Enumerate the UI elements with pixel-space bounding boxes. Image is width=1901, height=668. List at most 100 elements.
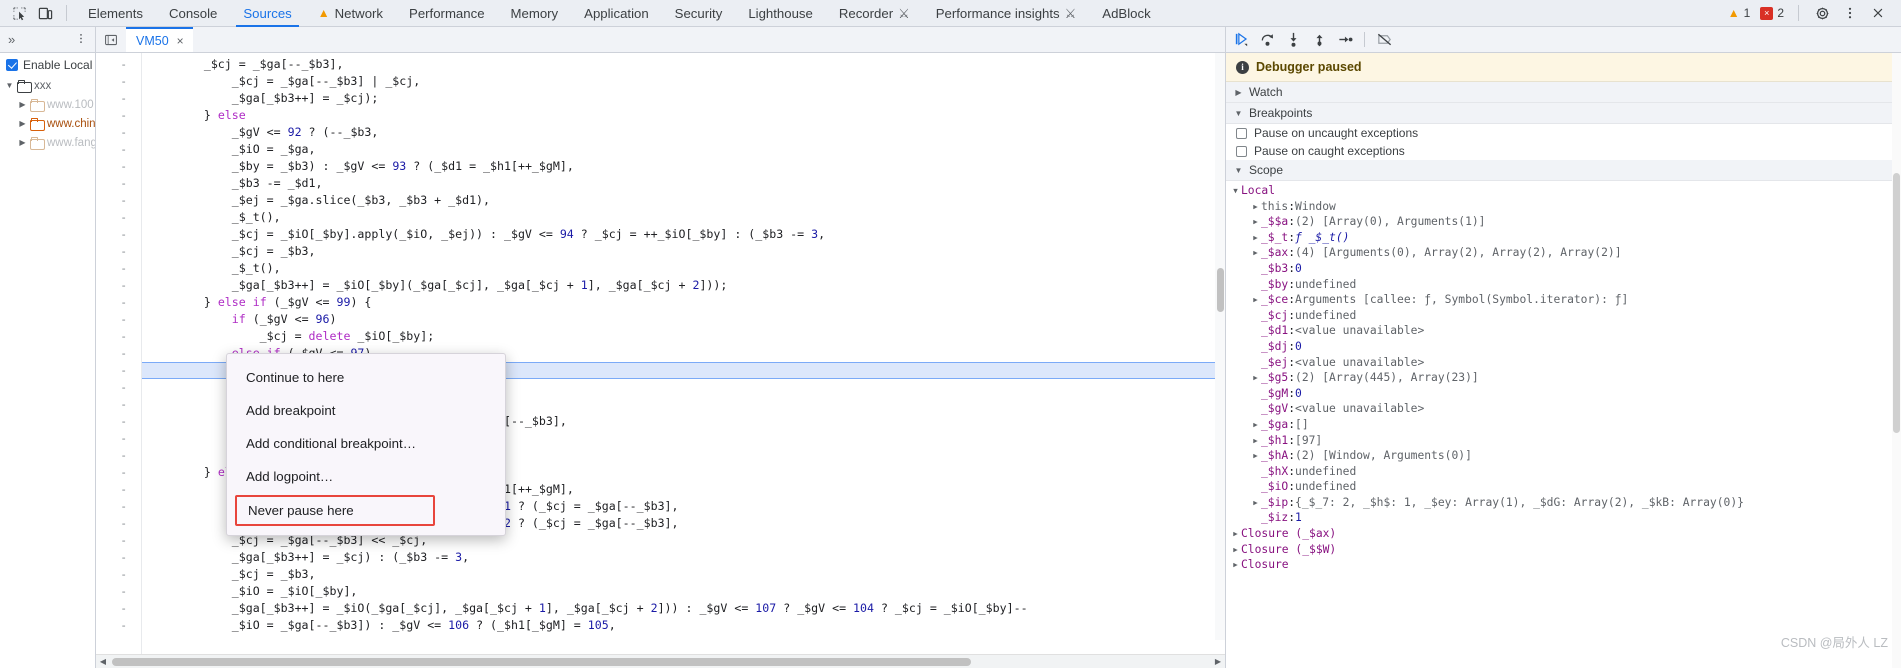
- debugger-vertical-scrollbar[interactable]: [1892, 53, 1901, 668]
- line-number[interactable]: -: [96, 362, 141, 379]
- line-number[interactable]: -: [96, 481, 141, 498]
- show-navigator-icon[interactable]: [96, 27, 126, 52]
- line-number[interactable]: -: [96, 158, 141, 175]
- tab-performance[interactable]: Performance: [396, 0, 498, 27]
- enable-local-overrides-row[interactable]: Enable Local: [0, 55, 95, 76]
- line-number[interactable]: -: [96, 192, 141, 209]
- code-line[interactable]: _$iO = _$ga[--_$b3]) : _$gV <= 106 ? (_$…: [142, 617, 1225, 634]
- line-number[interactable]: -: [96, 90, 141, 107]
- line-number[interactable]: -: [96, 396, 141, 413]
- code-line[interactable]: _$ga[_$b3++] = _$cj);: [142, 90, 1225, 107]
- line-number[interactable]: -: [96, 56, 141, 73]
- scroll-right-icon[interactable]: ▶: [1211, 657, 1225, 666]
- line-number[interactable]: -: [96, 379, 141, 396]
- line-number[interactable]: -: [96, 311, 141, 328]
- scope-property-_cj[interactable]: _$cj: undefined: [1226, 308, 1901, 324]
- line-number[interactable]: -: [96, 107, 141, 124]
- code-line[interactable]: _$cj = _$ga[--_$b3] | _$cj,: [142, 73, 1225, 90]
- chevron-right-icon[interactable]: ▶: [1250, 495, 1261, 511]
- chevron-right-icon[interactable]: ▶: [1250, 448, 1261, 464]
- line-number[interactable]: -: [96, 549, 141, 566]
- line-number[interactable]: -: [96, 73, 141, 90]
- tab-sources[interactable]: Sources: [230, 0, 304, 27]
- line-number[interactable]: -: [96, 447, 141, 464]
- line-number[interactable]: -: [96, 498, 141, 515]
- chevron-right-icon[interactable]: ▶: [1234, 88, 1243, 97]
- gear-icon[interactable]: [1809, 1, 1835, 25]
- line-number[interactable]: -: [96, 277, 141, 294]
- deactivate-breakpoints-button[interactable]: [1371, 28, 1397, 52]
- editor-vertical-scrollbar[interactable]: [1215, 53, 1225, 640]
- context-menu-item-continue-to-here[interactable]: Continue to here: [227, 361, 505, 394]
- chevron-right-icon[interactable]: ▶: [18, 138, 27, 147]
- tab-elements[interactable]: Elements: [75, 0, 156, 27]
- scope-property-_ax[interactable]: ▶ _$ax: (4) [Arguments(0), Array(2), Arra…: [1226, 245, 1901, 261]
- chevron-double-right-icon[interactable]: »: [8, 32, 15, 47]
- scope-closure-header[interactable]: ▶ Closure (_$$W): [1226, 542, 1901, 558]
- code-line[interactable]: _$iO = _$ga,: [142, 141, 1225, 158]
- enable-local-overrides-checkbox[interactable]: [6, 59, 18, 71]
- close-icon[interactable]: ×: [177, 34, 184, 48]
- chevron-right-icon[interactable]: ▶: [1250, 417, 1261, 433]
- scope-property-_ga[interactable]: ▶ _$ga: []: [1226, 417, 1901, 433]
- chevron-down-icon[interactable]: ▼: [1234, 109, 1243, 118]
- line-number[interactable]: -: [96, 294, 141, 311]
- line-number[interactable]: -: [96, 328, 141, 345]
- tree-item-www100[interactable]: ▶ www.100: [0, 95, 95, 114]
- tree-item-wwwfang[interactable]: ▶ www.fang: [0, 133, 95, 152]
- tab-lighthouse[interactable]: Lighthouse: [735, 0, 826, 27]
- tab-recorder[interactable]: Recorder ⚔: [826, 0, 923, 27]
- code-line[interactable]: _$_t(),: [142, 209, 1225, 226]
- tab-performance-insights[interactable]: Performance insights ⚔: [923, 0, 1090, 27]
- context-menu-item-add-breakpoint[interactable]: Add breakpoint: [227, 394, 505, 427]
- scrollbar-thumb[interactable]: [1893, 173, 1900, 433]
- line-number[interactable]: -: [96, 583, 141, 600]
- chevron-right-icon[interactable]: ▶: [18, 100, 27, 109]
- scope-property-_g5[interactable]: ▶ _$g5: (2) [Array(445), Array(23)]: [1226, 370, 1901, 386]
- pause-on-uncaught-exceptions-checkbox[interactable]: [1236, 127, 1247, 139]
- code-line[interactable]: _$by = _$b3) : _$gV <= 93 ? (_$d1 = _$h1…: [142, 158, 1225, 175]
- code-line[interactable]: _$ga[_$b3++] = _$iO(_$ga[_$cj], _$ga[_$c…: [142, 600, 1225, 617]
- tab-application[interactable]: Application: [571, 0, 662, 27]
- scope-local-header[interactable]: ▼ Local: [1226, 183, 1901, 199]
- context-menu-item-add-conditional-breakpoint[interactable]: Add conditional breakpoint…: [227, 427, 505, 460]
- step-button[interactable]: [1332, 28, 1358, 52]
- line-number[interactable]: -: [96, 617, 141, 634]
- kebab-menu-icon[interactable]: [75, 32, 87, 48]
- code-line[interactable]: _$ga[_$b3++] = _$cj) : (_$b3 -= 3,: [142, 549, 1225, 566]
- code-line[interactable]: if (_$gV <= 96): [142, 311, 1225, 328]
- code-line[interactable]: _$cj = _$b3,: [142, 566, 1225, 583]
- code-line[interactable]: _$b3 -= _$d1,: [142, 175, 1225, 192]
- breakpoints-section-header[interactable]: ▼ Breakpoints: [1226, 103, 1901, 124]
- step-out-of-current-function-button[interactable]: [1306, 28, 1332, 52]
- scope-property-_b3[interactable]: _$b3: 0: [1226, 261, 1901, 277]
- chevron-right-icon[interactable]: ▶: [18, 119, 27, 128]
- scope-property-_d1[interactable]: _$d1: <value unavailable>: [1226, 323, 1901, 339]
- pause-on-uncaught-exceptions-row[interactable]: Pause on uncaught exceptions: [1226, 124, 1901, 142]
- tab-adblock[interactable]: AdBlock: [1089, 0, 1163, 27]
- chevron-down-icon[interactable]: ▼: [5, 81, 14, 90]
- scope-section-header[interactable]: ▼ Scope: [1226, 160, 1901, 181]
- code-line[interactable]: _$cj = _$iO[_$by].apply(_$iO, _$ej)) : _…: [142, 226, 1225, 243]
- scope-property-_by[interactable]: _$by: undefined: [1226, 277, 1901, 293]
- code-line[interactable]: _$gV <= 92 ? (--_$b3,: [142, 124, 1225, 141]
- line-number[interactable]: -: [96, 413, 141, 430]
- scope-property-_ip[interactable]: ▶ _$ip: {_$_7: 2, _$h$: 1, _$ey: Array(1)…: [1226, 495, 1901, 511]
- line-number[interactable]: -: [96, 566, 141, 583]
- code-line[interactable]: _$iO = _$iO[_$by],: [142, 583, 1225, 600]
- line-number[interactable]: -: [96, 345, 141, 362]
- step-into-next-function-call-button[interactable]: [1280, 28, 1306, 52]
- tab-security[interactable]: Security: [662, 0, 736, 27]
- chevron-down-icon[interactable]: ▼: [1234, 166, 1243, 175]
- scope-property-_ce[interactable]: ▶ _$ce: Arguments [callee: ƒ, Symbol(Symb…: [1226, 292, 1901, 308]
- line-number[interactable]: -: [96, 226, 141, 243]
- kebab-menu-icon[interactable]: [1837, 1, 1863, 25]
- line-number[interactable]: -: [96, 464, 141, 481]
- chevron-right-icon[interactable]: ▶: [1250, 214, 1261, 230]
- chevron-right-icon[interactable]: ▶: [1230, 542, 1241, 558]
- pause-on-caught-exceptions-row[interactable]: Pause on caught exceptions: [1226, 142, 1901, 160]
- scope-property-_hX[interactable]: _$hX: undefined: [1226, 464, 1901, 480]
- scope-closure-header[interactable]: ▶ Closure (_$ax): [1226, 526, 1901, 542]
- code-line[interactable]: _$cj = _$ga[--_$b3],: [142, 56, 1225, 73]
- chevron-right-icon[interactable]: ▶: [1250, 292, 1261, 308]
